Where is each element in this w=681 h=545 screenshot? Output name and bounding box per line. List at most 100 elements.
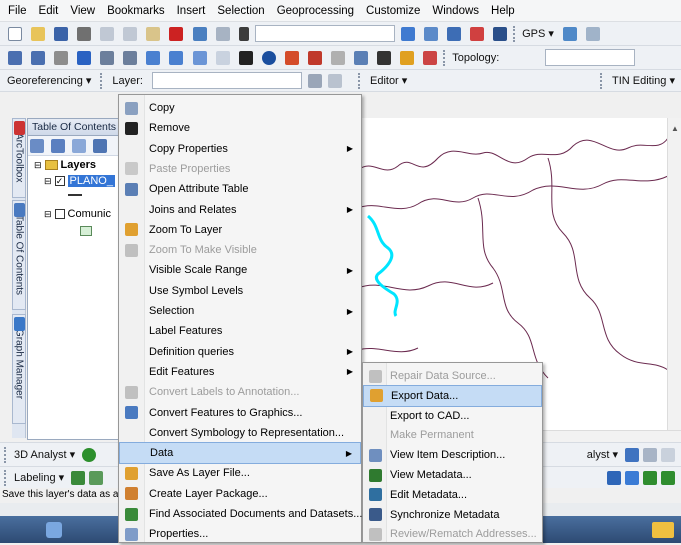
menu-item-export-to-cad[interactable]: Export to CAD... xyxy=(363,405,542,427)
menu-help[interactable]: Help xyxy=(491,5,515,17)
globe-icon[interactable] xyxy=(82,447,97,462)
menu-item-copy[interactable]: Copy xyxy=(119,97,361,119)
analyst-tool-icon[interactable] xyxy=(625,447,639,462)
list-by-visibility-icon[interactable] xyxy=(72,139,87,153)
delete-icon[interactable] xyxy=(169,27,184,41)
layer-item-comunic[interactable]: ⊟ Comunic xyxy=(44,208,111,220)
3d-analyst-menu[interactable]: 3D Analyst ▾ xyxy=(11,448,78,461)
menu-selection[interactable]: Selection xyxy=(217,5,264,17)
identify-icon[interactable] xyxy=(261,51,276,65)
toolbar-grip[interactable] xyxy=(443,50,446,66)
menu-item-convert-features-to-graphics[interactable]: Convert Features to Graphics... xyxy=(119,402,361,424)
menu-item-view-item-description[interactable]: View Item Description... xyxy=(363,444,542,466)
layer-name[interactable]: Comunic xyxy=(68,208,111,220)
tin-editing-menu[interactable]: TIN Editing ▾ xyxy=(609,74,681,87)
list-by-drawing-order-icon[interactable] xyxy=(30,139,44,153)
select-features-icon[interactable] xyxy=(192,51,207,65)
new-document-icon[interactable] xyxy=(8,27,22,41)
collapse-icon[interactable]: ⊟ xyxy=(44,209,52,220)
tab-graph-manager[interactable]: Graph Manager xyxy=(12,314,26,424)
menu-insert[interactable]: Insert xyxy=(177,5,206,17)
undo-icon[interactable] xyxy=(192,27,207,41)
print-icon[interactable] xyxy=(77,27,92,41)
label-priority-icon[interactable] xyxy=(89,470,104,485)
menu-geoprocessing[interactable]: Geoprocessing xyxy=(277,5,354,17)
zoom-out-icon[interactable] xyxy=(31,51,46,65)
georeferencing-menu[interactable]: Georeferencing ▾ xyxy=(4,74,94,87)
gps-icon[interactable] xyxy=(563,27,577,41)
editor-toolbar-icon[interactable] xyxy=(400,27,415,41)
time-slider-icon[interactable] xyxy=(400,51,415,65)
analyst-menu[interactable]: alyst ▾ xyxy=(584,448,621,461)
zoom-in-icon[interactable] xyxy=(8,51,22,65)
taskbar-app-icon[interactable] xyxy=(46,522,62,538)
toolbar-icon[interactable] xyxy=(607,470,621,485)
menu-item-save-as-layer-file[interactable]: Save As Layer File... xyxy=(119,462,361,484)
list-by-selection-icon[interactable] xyxy=(93,139,108,153)
layer-visibility-checkbox[interactable]: ✓ xyxy=(54,176,65,186)
toolbar-icon[interactable] xyxy=(625,470,639,485)
menu-bookmarks[interactable]: Bookmarks xyxy=(107,5,165,17)
menu-customize[interactable]: Customize xyxy=(366,5,420,17)
labeling-menu[interactable]: Labeling ▾ xyxy=(11,471,67,484)
toolbar-grip[interactable] xyxy=(100,72,103,89)
menu-item-synchronize-metadata[interactable]: Synchronize Metadata xyxy=(363,504,542,526)
link-table-icon[interactable] xyxy=(327,73,342,88)
redo-icon[interactable] xyxy=(215,27,230,41)
fixed-zoom-out-icon[interactable] xyxy=(123,51,138,65)
menu-windows[interactable]: Windows xyxy=(432,5,479,17)
label-manager-icon[interactable] xyxy=(71,470,86,485)
toolbar-grip[interactable] xyxy=(357,72,361,89)
paste-toolbar-icon[interactable] xyxy=(146,27,161,41)
find-icon[interactable] xyxy=(284,51,299,65)
fixed-zoom-in-icon[interactable] xyxy=(100,51,115,65)
forward-extent-icon[interactable] xyxy=(169,51,184,65)
scroll-up-icon[interactable]: ▲ xyxy=(671,124,679,133)
analyst-tool-icon[interactable] xyxy=(643,447,657,462)
menu-item-use-symbol-levels[interactable]: Use Symbol Levels xyxy=(119,280,361,302)
viewer-icon[interactable] xyxy=(423,51,438,65)
taskbar-tray-icon[interactable] xyxy=(652,522,674,538)
open-icon[interactable] xyxy=(31,27,46,41)
menu-item-properties[interactable]: Properties... xyxy=(119,523,361,545)
clear-selection-icon[interactable] xyxy=(215,51,230,65)
menu-item-data[interactable]: Data ▶ xyxy=(119,442,361,465)
menu-item-view-metadata[interactable]: View Metadata... xyxy=(363,464,542,486)
menu-view[interactable]: View xyxy=(70,5,95,17)
html-popup-icon[interactable] xyxy=(377,51,391,65)
hyperlink-icon[interactable] xyxy=(353,51,368,65)
menu-file[interactable]: File xyxy=(8,5,27,17)
add-data-icon[interactable] xyxy=(238,27,249,41)
toolbar-grip[interactable] xyxy=(4,446,7,463)
tab-arctoolbox[interactable]: ArcToolbox xyxy=(12,118,26,198)
select-elements-icon[interactable] xyxy=(238,51,253,65)
pan-icon[interactable] xyxy=(54,51,69,65)
menu-item-edit-features[interactable]: Edit Features ▶ xyxy=(119,361,361,383)
toc-window-icon[interactable] xyxy=(423,27,438,41)
toolbar-grip[interactable] xyxy=(600,72,603,89)
topology-combo[interactable] xyxy=(545,49,636,66)
toolbar-grip[interactable] xyxy=(513,26,516,42)
toolbar-icon[interactable] xyxy=(643,470,657,485)
collapse-icon[interactable]: ⊟ xyxy=(44,176,52,187)
layer-combo[interactable] xyxy=(151,72,302,89)
rotate-icon[interactable] xyxy=(307,73,322,88)
measure-icon[interactable] xyxy=(330,51,345,65)
back-extent-icon[interactable] xyxy=(146,51,161,65)
menu-item-label-features[interactable]: Label Features xyxy=(119,320,361,342)
list-by-source-icon[interactable] xyxy=(51,139,66,153)
toolbar-icon[interactable] xyxy=(661,470,675,485)
layer-item-plano[interactable]: ⊟ ✓ PLANO_ xyxy=(44,175,115,187)
toolbar-grip[interactable] xyxy=(4,469,7,486)
menu-item-edit-metadata[interactable]: Edit Metadata... xyxy=(363,484,542,506)
python-icon[interactable] xyxy=(493,27,507,41)
menu-item-find-associated-documents-and-datasets[interactable]: Find Associated Documents and Datasets..… xyxy=(119,503,362,525)
analyst-tool-icon[interactable] xyxy=(661,447,675,462)
scale-combo[interactable] xyxy=(254,25,395,42)
find-route-icon[interactable] xyxy=(307,51,322,65)
menu-item-copy-properties[interactable]: Copy Properties ▶ xyxy=(119,138,361,160)
menu-item-create-layer-package[interactable]: Create Layer Package... xyxy=(119,483,361,505)
full-extent-icon[interactable] xyxy=(77,51,92,65)
layers-group[interactable]: ⊟ Layers xyxy=(34,159,96,171)
save-icon[interactable] xyxy=(54,27,69,41)
